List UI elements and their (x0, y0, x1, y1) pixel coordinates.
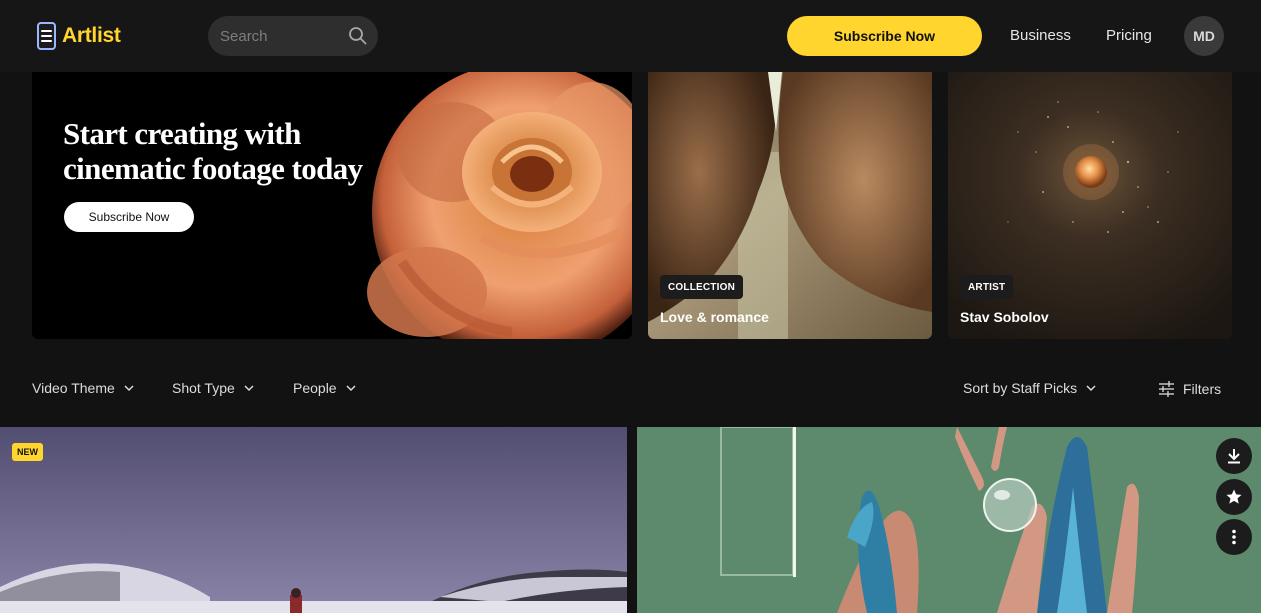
filter-label: Video Theme (32, 380, 115, 396)
favorite-button[interactable] (1216, 479, 1252, 515)
subscribe-now-button[interactable]: Subscribe Now (787, 16, 982, 56)
filters-button[interactable]: Filters (1158, 380, 1221, 397)
search-input[interactable] (220, 26, 340, 46)
top-header: Artlist Subscribe Now Business Pricing M… (0, 0, 1261, 72)
hands-sphere-image (637, 427, 1261, 613)
collection-tag: COLLECTION (660, 275, 743, 299)
user-avatar[interactable]: MD (1184, 16, 1224, 56)
card-title: Love & romance (660, 309, 769, 325)
snow-landscape-image (0, 427, 627, 613)
card-title: Stav Sobolov (960, 309, 1049, 325)
more-options-button[interactable] (1216, 519, 1252, 555)
artist-card-stav-sobolov[interactable]: ARTIST Stav Sobolov (948, 72, 1232, 339)
chevron-down-icon (244, 385, 254, 392)
video-tile-hands[interactable] (637, 427, 1261, 613)
filters-label: Filters (1183, 380, 1222, 397)
rose-image (367, 72, 632, 339)
chevron-down-icon (124, 385, 134, 392)
filter-shot-type[interactable]: Shot Type (172, 380, 255, 396)
sort-dropdown[interactable]: Sort by Staff Picks (963, 380, 1097, 396)
download-icon (1228, 449, 1240, 464)
hero-title: Start creating with cinematic footage to… (63, 116, 363, 186)
new-badge: NEW (12, 443, 43, 461)
menu-button[interactable] (37, 22, 56, 50)
artlist-logo[interactable]: Artlist (62, 24, 121, 48)
menu-icon (41, 30, 52, 32)
chevron-down-icon (346, 385, 356, 392)
sliders-icon (1159, 381, 1174, 397)
filter-people[interactable]: People (293, 380, 357, 396)
filter-label: People (293, 380, 337, 396)
video-tile-landscape[interactable]: NEW (0, 427, 627, 613)
nav-business[interactable]: Business (1010, 27, 1071, 44)
artist-tag: ARTIST (960, 275, 1014, 299)
more-icon (1232, 529, 1236, 545)
filter-video-theme[interactable]: Video Theme (32, 380, 135, 396)
nav-pricing[interactable]: Pricing (1106, 27, 1152, 44)
hero-subscribe-button[interactable]: Subscribe Now (64, 202, 194, 232)
download-button[interactable] (1216, 438, 1252, 474)
sort-label: Sort by Staff Picks (963, 380, 1078, 396)
collection-card-love-romance[interactable]: COLLECTION Love & romance (648, 72, 932, 339)
star-icon (1226, 489, 1242, 504)
search-icon[interactable] (348, 26, 368, 46)
chevron-down-icon (1086, 385, 1096, 392)
search-box[interactable] (208, 16, 378, 56)
filter-label: Shot Type (172, 380, 235, 396)
hero-banner[interactable]: Start creating with cinematic footage to… (32, 72, 632, 339)
